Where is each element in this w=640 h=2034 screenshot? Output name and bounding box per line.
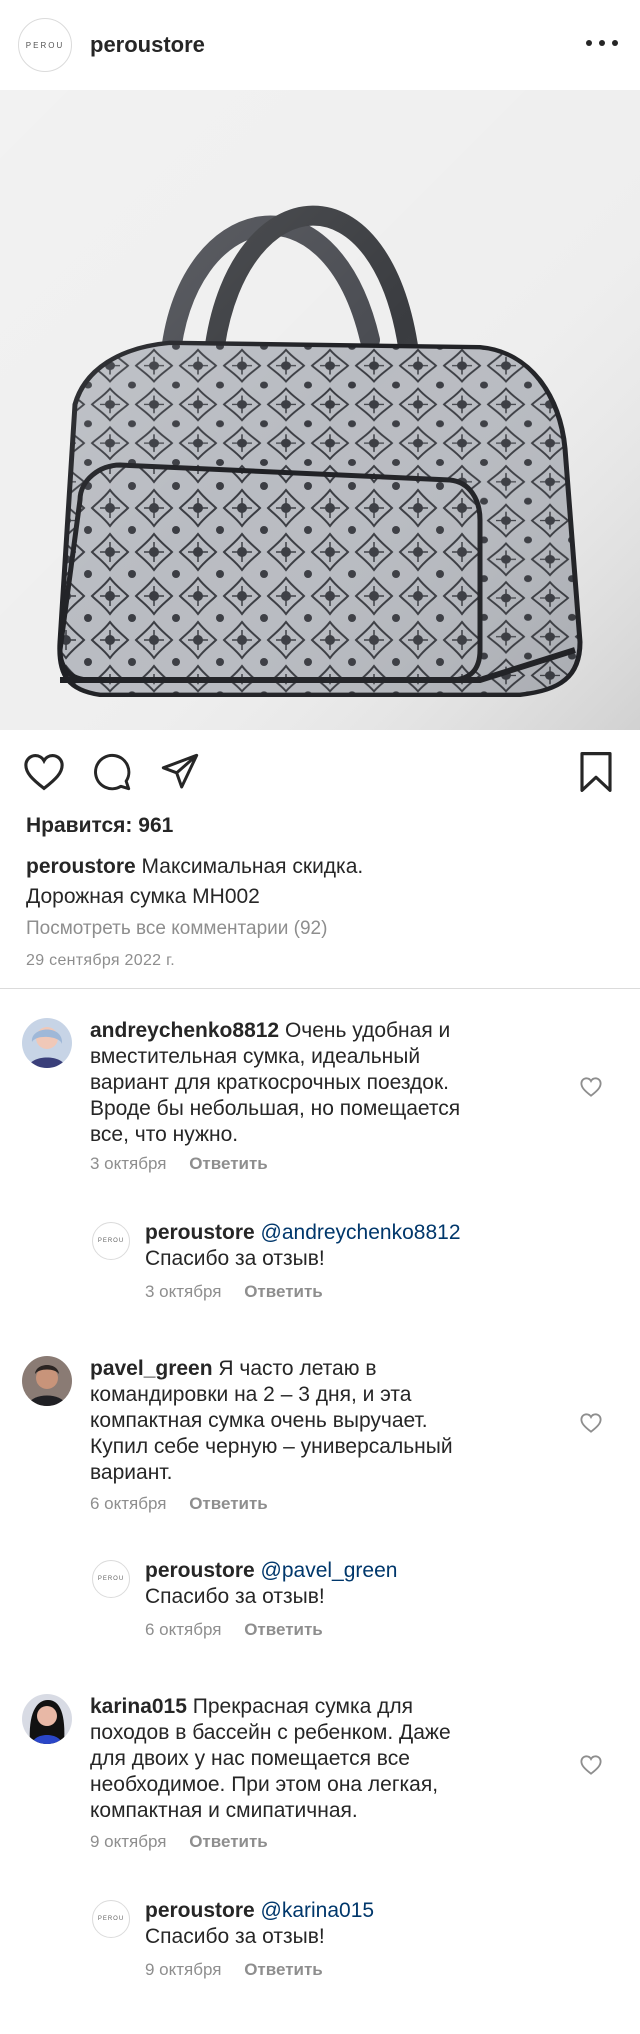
post-actions (0, 740, 640, 800)
comment-text: karina015 Прекрасная сумка для походов в… (90, 1695, 451, 1822)
reply-text: peroustore @andreychenko8812 Спасибо за … (145, 1221, 461, 1270)
mention-link[interactable]: @pavel_green (261, 1559, 398, 1582)
reply-meta: 9 октября Ответить (145, 1960, 323, 1979)
reply-button[interactable]: Ответить (244, 1960, 323, 1979)
comment-date: 9 октября (90, 1832, 167, 1851)
reply-button[interactable]: Ответить (244, 1282, 323, 1301)
post-caption: peroustore Максимальная скидка. Дорожная… (26, 852, 616, 912)
reply-meta: 3 октября Ответить (145, 1282, 323, 1301)
reply-username[interactable]: peroustore (145, 1899, 255, 1922)
avatar[interactable] (22, 1694, 72, 1744)
mention-link[interactable]: @karina015 (261, 1899, 375, 1922)
post-username[interactable]: peroustore (90, 32, 205, 58)
comment-meta: 9 октября Ответить (90, 1832, 268, 1852)
reply-text: peroustore @pavel_green Спасибо за отзыв… (145, 1559, 398, 1608)
reply-username[interactable]: peroustore (145, 1221, 255, 1244)
view-all-comments-link[interactable]: Посмотреть все комментарии (92) (26, 918, 327, 940)
comment-like-heart-icon[interactable] (580, 1754, 602, 1776)
bookmark-icon[interactable] (574, 750, 618, 794)
post-date: 29 сентября 2022 г. (26, 952, 176, 969)
mention-link[interactable]: @andreychenko8812 (261, 1221, 461, 1244)
divider (0, 988, 640, 989)
caption-line-2: Дорожная сумка MH002 (26, 885, 260, 908)
heart-icon[interactable] (22, 750, 66, 794)
post-header: PEROU peroustore (0, 0, 640, 90)
avatar[interactable] (22, 1356, 72, 1406)
reply-button[interactable]: Ответить (189, 1154, 268, 1173)
reply-meta: 6 октября Ответить (145, 1620, 323, 1639)
reply-button[interactable]: Ответить (244, 1620, 323, 1639)
travel-bag-image (0, 90, 640, 730)
more-icon[interactable] (586, 30, 618, 56)
caption-line-1: Максимальная скидка. (141, 855, 364, 878)
likes-count[interactable]: Нравится: 961 (26, 814, 173, 838)
comment-date: 3 октября (90, 1154, 167, 1173)
share-icon[interactable] (158, 750, 202, 794)
post-image[interactable] (0, 90, 640, 730)
store-avatar[interactable]: PEROU (92, 1900, 130, 1938)
reply-button[interactable]: Ответить (189, 1494, 268, 1513)
comment-username[interactable]: andreychenko8812 (90, 1019, 279, 1042)
avatar[interactable] (22, 1018, 72, 1068)
reply-username[interactable]: peroustore (145, 1559, 255, 1582)
comment-date: 6 октября (90, 1494, 167, 1513)
comment-meta: 3 октября Ответить (90, 1154, 268, 1174)
store-logo-text: PEROU (25, 40, 65, 50)
comment-username[interactable]: karina015 (90, 1695, 187, 1718)
reply-button[interactable]: Ответить (189, 1832, 268, 1851)
comment-meta: 6 октября Ответить (90, 1494, 268, 1514)
store-avatar[interactable]: PEROU (92, 1560, 130, 1598)
comment-username[interactable]: pavel_green (90, 1357, 213, 1380)
comment-like-heart-icon[interactable] (580, 1412, 602, 1434)
comment-icon[interactable] (90, 750, 134, 794)
comment-text: andreychenko8812 Очень удобная и вместит… (90, 1019, 461, 1146)
caption-username[interactable]: peroustore (26, 855, 136, 878)
comment-like-heart-icon[interactable] (580, 1076, 602, 1098)
comment-text: pavel_green Я часто летаю в командировки… (90, 1357, 453, 1484)
reply-text: peroustore @karina015 Спасибо за отзыв! (145, 1899, 375, 1948)
store-avatar[interactable]: PEROU (18, 18, 72, 72)
store-avatar[interactable]: PEROU (92, 1222, 130, 1260)
